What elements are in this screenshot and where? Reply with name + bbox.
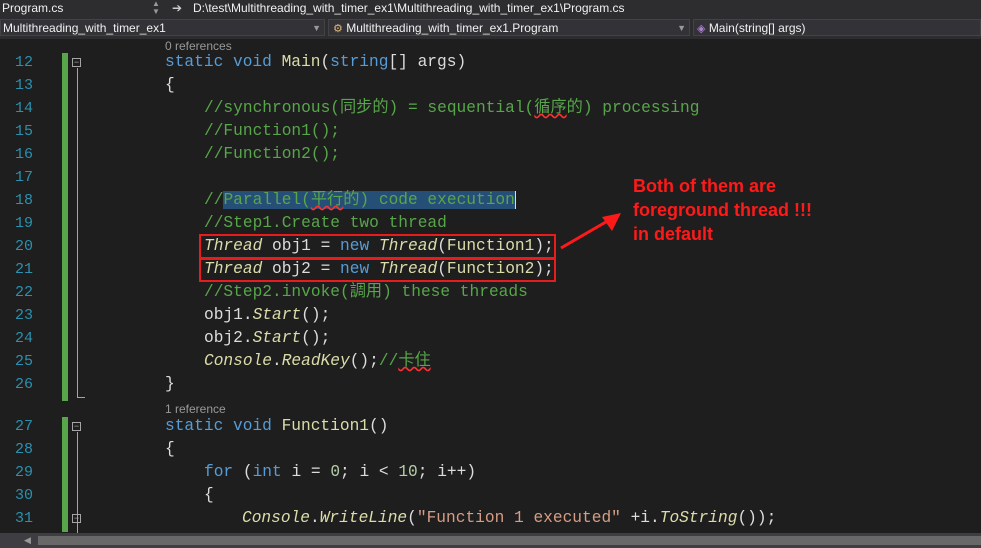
line-number: 13 (14, 77, 33, 94)
line-number: 28 (14, 441, 33, 458)
project-dropdown[interactable]: Multithreading_with_timer_ex1 ▼ (0, 19, 325, 36)
code-text: Console.ReadKey();//卡住 (204, 352, 431, 370)
code-text: //Step1.Create two thread (204, 214, 447, 232)
codelens-references[interactable]: 1 reference (165, 402, 226, 416)
line-number: 19 (14, 215, 33, 232)
annotation-line: in default (633, 224, 713, 244)
code-text: //Function2(); (204, 145, 340, 163)
line-number: 31 (14, 510, 33, 527)
code-text: Console.WriteLine("Function 1 executed" … (242, 509, 777, 527)
annotation-note: Both of them are foreground thread !!! i… (633, 174, 812, 246)
member-dropdown[interactable]: ◈ Main(string[] args) (693, 19, 981, 36)
text-cursor (514, 191, 516, 209)
line-number: 20 (14, 238, 33, 255)
code-line: 16 //Function2(); (0, 143, 981, 166)
line-number: 16 (14, 146, 33, 163)
code-line: 31 Console.WriteLine("Function 1 execute… (0, 507, 981, 530)
navigate-arrow-icon[interactable]: ➔ (172, 0, 186, 17)
code-text: obj2.Start(); (204, 329, 331, 347)
line-number: 27 (14, 418, 33, 435)
outline-end (77, 397, 85, 398)
code-text: { (165, 76, 175, 94)
code-line: 26 } (0, 373, 981, 396)
code-text: { (165, 440, 175, 458)
line-number: 21 (14, 261, 33, 278)
code-text: //Parallel(平行的) code execution (204, 191, 516, 209)
annotation-arrow (560, 213, 621, 250)
line-number: 22 (14, 284, 33, 301)
horizontal-scrollbar[interactable]: ◀ (0, 533, 981, 548)
line-number: 26 (14, 376, 33, 393)
code-line: 15 //Function1(); (0, 120, 981, 143)
code-text: { (204, 486, 214, 504)
code-text: //Step2.invoke(調用) these threads (204, 283, 528, 301)
code-line: 17 (0, 166, 981, 189)
code-text: } (165, 375, 175, 393)
line-number: 24 (14, 330, 33, 347)
line-number: 30 (14, 487, 33, 504)
line-number: 18 (14, 192, 33, 209)
chevron-down-icon: ▼ (677, 23, 686, 33)
scroll-up-down-icon[interactable]: ▲ ▼ (150, 0, 162, 17)
code-line: 23 obj1.Start(); (0, 304, 981, 327)
code-line: 27 static void Function1() (0, 415, 981, 438)
navigation-bar: Multithreading_with_timer_ex1 ▼ ⚙ Multit… (0, 18, 981, 40)
file-path: D:\test\Multithreading_with_timer_ex1\Mu… (193, 1, 625, 15)
class-dropdown[interactable]: ⚙ Multithreading_with_timer_ex1.Program … (328, 19, 690, 36)
line-number: 25 (14, 353, 33, 370)
code-editor[interactable]: − − − 0 references 1 reference 12 static… (0, 39, 981, 533)
code-text: static void Function1() (165, 417, 389, 435)
code-line: 29 for (int i = 0; i < 10; i++) (0, 461, 981, 484)
line-number: 15 (14, 123, 33, 140)
class-dropdown-label: Multithreading_with_timer_ex1.Program (346, 21, 559, 35)
line-number: 29 (14, 464, 33, 481)
code-text: for (int i = 0; i < 10; i++) (204, 463, 477, 481)
class-icon: ⚙ (333, 23, 343, 35)
scroll-left-icon[interactable]: ◀ (24, 535, 31, 546)
code-line: 14 //synchronous(同步的) = sequential(循序的) … (0, 97, 981, 120)
file-path-bar: Program.cs ▲ ▼ ➔ D:\test\Multithreading_w… (0, 0, 981, 19)
annotation-line: foreground thread !!! (633, 200, 812, 220)
code-line: 18 //Parallel(平行的) code execution (0, 189, 981, 212)
code-text: //Function1(); (204, 122, 340, 140)
chevron-down-icon: ▼ (312, 23, 321, 33)
code-text: obj1.Start(); (204, 306, 331, 324)
code-line: 12 static void Main(string[] args) (0, 51, 981, 74)
highlight-box-obj2 (199, 258, 556, 282)
code-line: 28 { (0, 438, 981, 461)
method-icon: ◈ (697, 23, 706, 35)
code-line: 24 obj2.Start(); (0, 327, 981, 350)
line-number: 12 (14, 54, 33, 71)
file-tab-dropdown[interactable]: Program.cs (0, 0, 138, 17)
highlight-box-obj1 (199, 234, 556, 259)
code-text: static void Main(string[] args) (165, 53, 467, 71)
code-text: //synchronous(同步的) = sequential(循序的) pro… (204, 99, 700, 117)
selected-text: Parallel(平行的) code execution (223, 191, 515, 209)
code-line: 30 { (0, 484, 981, 507)
line-number: 14 (14, 100, 33, 117)
annotation-line: Both of them are (633, 176, 777, 196)
file-tab-title: Program.cs (2, 1, 64, 15)
member-dropdown-label: Main(string[] args) (708, 21, 806, 35)
scrollbar-thumb[interactable] (38, 536, 981, 545)
code-line: 22 //Step2.invoke(調用) these threads (0, 281, 981, 304)
code-line: 19 //Step1.Create two thread (0, 212, 981, 235)
line-number: 23 (14, 307, 33, 324)
code-line: 13 { (0, 74, 981, 97)
line-number: 17 (14, 169, 33, 186)
project-dropdown-label: Multithreading_with_timer_ex1 (3, 21, 166, 35)
code-line: 25 Console.ReadKey();//卡住 (0, 350, 981, 373)
